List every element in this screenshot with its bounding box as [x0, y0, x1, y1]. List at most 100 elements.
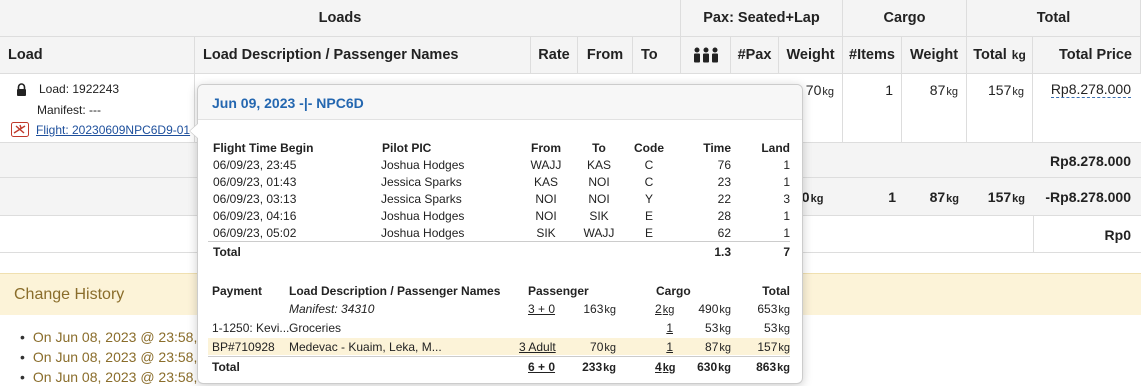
- balance-divider: [1033, 216, 1034, 253]
- load-payment: 1-1250: Kevi...: [212, 321, 290, 335]
- load-col-total: Total: [762, 284, 790, 298]
- flight-total-divider: [208, 241, 790, 242]
- popover-header: Jun 09, 2023 -|- NPC6D: [198, 85, 802, 120]
- col-header-total-kg[interactable]: Total kg: [967, 37, 1033, 74]
- load-pax-count[interactable]: 3 + 0: [528, 302, 555, 316]
- col-header-load[interactable]: Load: [0, 37, 195, 74]
- load-cell: Load: 1922243 Manifest: --- Flight: 2023…: [0, 74, 195, 142]
- col-header-from[interactable]: From: [578, 37, 633, 74]
- flight-duration: 23: [717, 175, 731, 189]
- col-header-items[interactable]: #Items: [843, 37, 902, 74]
- flight-pilot: Jessica Sparks: [381, 192, 462, 206]
- flight-code: C: [644, 158, 654, 172]
- flight-duration: 62: [717, 226, 731, 240]
- flight-landings: 1: [783, 158, 790, 172]
- load-pax-weight: 70kg: [590, 340, 616, 354]
- flight-landings: 1: [783, 209, 790, 223]
- col-header-description[interactable]: Load Description / Passenger Names: [195, 37, 531, 74]
- col-header-npax-label: #Pax: [737, 47, 772, 63]
- load-pax-weight: 163kg: [583, 302, 616, 316]
- flight-time: 06/09/23, 23:45: [213, 158, 297, 172]
- flight-landings: 1: [783, 226, 790, 240]
- flight-link[interactable]: Flight: 20230609NPC6D9-01: [36, 123, 190, 137]
- col-header-pax-icon: [681, 37, 731, 74]
- flight-pilot: Joshua Hodges: [381, 209, 465, 223]
- load-number: Load: 1922243: [39, 82, 120, 96]
- load-total-weight: 653kg: [757, 302, 790, 316]
- people-icon: [693, 47, 718, 63]
- col-header-total-price[interactable]: Total Price: [1033, 37, 1141, 74]
- load-cargo-weight: 53kg: [705, 321, 731, 335]
- flight-from: SIK: [536, 226, 556, 240]
- load-total-pax-weight: 233kg: [582, 360, 616, 374]
- load-col-cargo: Cargo: [656, 284, 691, 298]
- load-payment: BP#710928: [212, 340, 275, 354]
- total-kg-value: 157kg: [988, 82, 1024, 98]
- lock-icon: [17, 83, 26, 96]
- col-header-total-price-label: Total Price: [1058, 47, 1132, 63]
- manifest-label: Manifest: ---: [37, 103, 102, 117]
- flight-code: E: [644, 209, 653, 223]
- flight-landings: 1: [783, 175, 790, 189]
- flight-pilot: Joshua Hodges: [381, 226, 465, 240]
- group-header-total: Total: [967, 0, 1141, 37]
- load-cargo-count[interactable]: 1: [638, 340, 673, 354]
- items-cell: 1: [843, 74, 902, 142]
- flight-col-duration: Time: [703, 141, 731, 155]
- flight-total-landings: 7: [783, 245, 790, 259]
- load-cargo-count[interactable]: 1: [638, 321, 673, 335]
- load-total-pax[interactable]: 6 + 0: [528, 360, 555, 374]
- load-cargo-count[interactable]: 2kg: [655, 302, 674, 316]
- col-header-rate[interactable]: Rate: [531, 37, 578, 74]
- col-header-total-kg-unit: kg: [1011, 48, 1026, 62]
- flight-col-code: Code: [634, 141, 664, 155]
- flight-to: SIK: [589, 209, 609, 223]
- col-header-cargo-weight[interactable]: Weight: [902, 37, 967, 74]
- popover-title: Jun 09, 2023 -|- NPC6D: [212, 95, 364, 111]
- flight-to: NOI: [588, 175, 610, 189]
- group-header-total-label: Total: [1036, 10, 1071, 26]
- flight-from: NOI: [535, 209, 557, 223]
- group-header-loads-label: Loads: [318, 10, 362, 26]
- payment-cargo-weight: 87kg: [929, 189, 959, 205]
- load-cargo-weight: 490kg: [698, 302, 731, 316]
- flight-col-pilot: Pilot PIC: [382, 141, 432, 155]
- flight-col-landings: Land: [761, 141, 790, 155]
- flight-pilot: Jessica Sparks: [381, 175, 462, 189]
- total-price-value[interactable]: Rp8.278.000: [1050, 81, 1131, 98]
- group-header-cargo-label: Cargo: [883, 10, 926, 26]
- group-header-cargo: Cargo: [843, 0, 967, 37]
- flight-col-time: Flight Time Begin: [213, 141, 314, 155]
- flight-col-to: To: [592, 141, 606, 155]
- items-value: 1: [885, 82, 893, 98]
- group-header-pax-label: Pax: Seated+Lap: [703, 10, 820, 26]
- total-kg-cell: 157kg: [967, 74, 1033, 142]
- load-total-cargo[interactable]: 4kg: [655, 360, 676, 374]
- flight-time: 06/09/23, 01:43: [213, 175, 297, 189]
- flight-total-duration: 1.3: [714, 245, 731, 259]
- flight-popover: Jun 09, 2023 -|- NPC6D Flight Time Begin…: [189, 84, 803, 384]
- flight-from: NOI: [535, 192, 557, 206]
- subtotal-price: Rp8.278.000: [1050, 153, 1131, 169]
- col-header-npax[interactable]: #Pax: [731, 37, 779, 74]
- group-header-pax: Pax: Seated+Lap: [681, 0, 843, 37]
- col-header-pax-weight[interactable]: Weight: [779, 37, 843, 74]
- flight-landings: 3: [783, 192, 790, 206]
- col-header-items-label: #Items: [849, 47, 895, 63]
- flight-time: 06/09/23, 03:13: [213, 192, 297, 206]
- col-header-to[interactable]: To: [633, 37, 681, 74]
- load-total-cargo-weight: 630kg: [697, 360, 731, 374]
- load-pax-count[interactable]: 3 Adult: [519, 340, 556, 354]
- flight-to: NOI: [588, 192, 610, 206]
- load-total-weight: 157kg: [757, 340, 790, 354]
- load-total-weight: 53kg: [764, 321, 790, 335]
- flight-time: 06/09/23, 04:16: [213, 209, 297, 223]
- col-header-to-label: To: [641, 47, 658, 63]
- load-total-divider: [208, 356, 790, 357]
- load-total-weight-sum: 863kg: [756, 360, 790, 374]
- flight-total-label: Total: [213, 245, 241, 259]
- flight-time: 06/09/23, 05:02: [213, 226, 297, 240]
- flight-duration: 76: [717, 158, 731, 172]
- flight-duration: 28: [717, 209, 731, 223]
- col-header-pax-weight-label: Weight: [786, 47, 835, 63]
